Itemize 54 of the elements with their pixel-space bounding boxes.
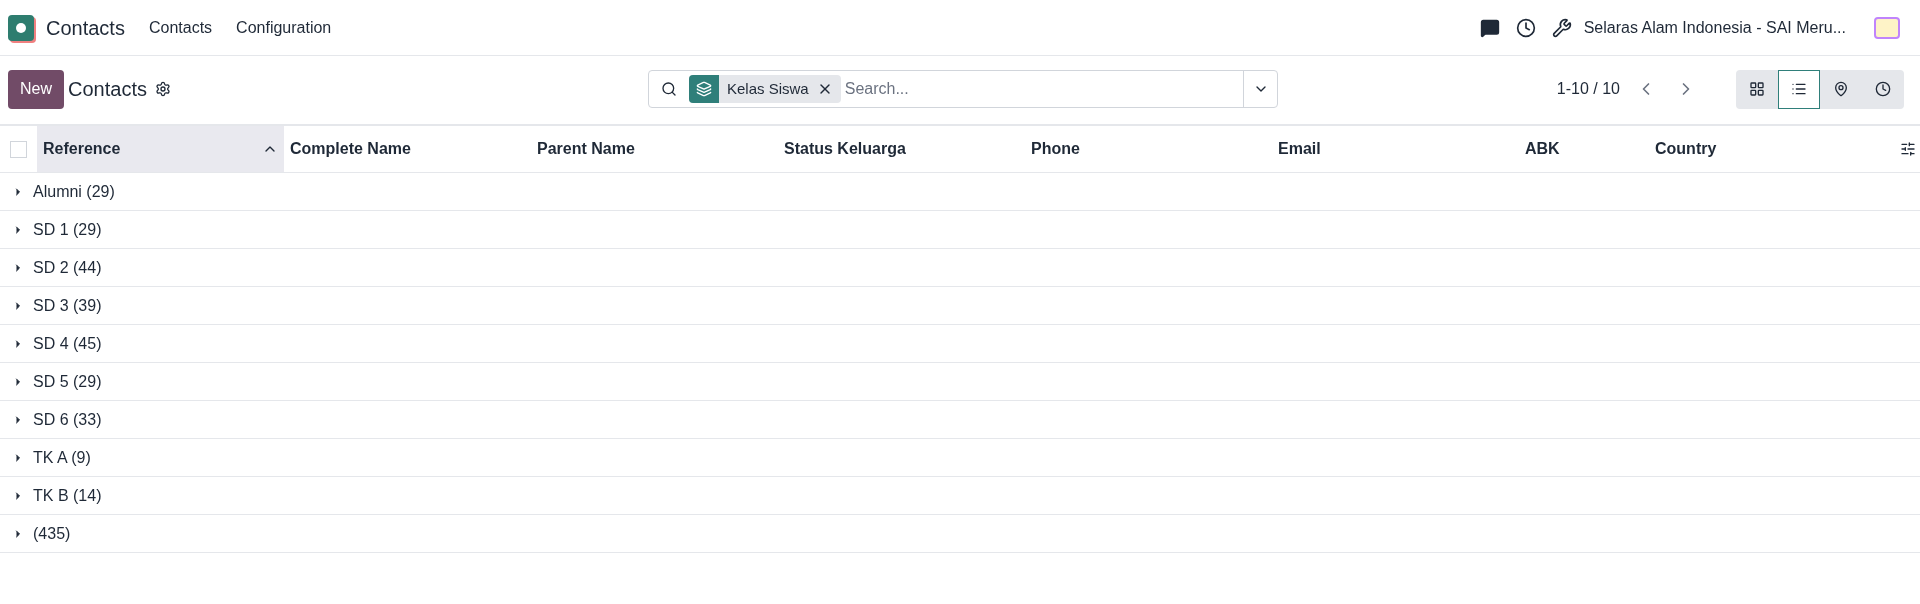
menu-item[interactable]: Configuration [236,15,332,40]
wrench-icon[interactable] [1551,17,1572,38]
group-label: SD 1 (29) [33,219,102,240]
group-row[interactable]: SD 4 (45) [0,325,1920,363]
chat-icon[interactable] [1479,17,1500,38]
group-row[interactable]: SD 3 (39) [0,287,1920,325]
group-label: TK A (9) [33,447,91,468]
group-row[interactable]: SD 5 (29) [0,363,1920,401]
group-row[interactable]: TK A (9) [0,439,1920,477]
search-bar[interactable]: Kelas Siswa Search... [648,70,1278,108]
column-header[interactable]: Parent Name [531,126,778,172]
app-logo-icon[interactable] [8,14,34,41]
facet-label: Kelas Siswa [726,78,810,99]
group-row[interactable]: Alumni (29) [0,173,1920,211]
column-header[interactable]: Complete Name [284,126,531,172]
kanban-icon [1749,81,1765,97]
group-label: SD 5 (29) [33,371,102,392]
group-row[interactable]: (435) [0,515,1920,553]
column-header[interactable]: ABK [1519,126,1649,172]
clock-icon[interactable] [1515,17,1536,38]
new-button[interactable]: New [8,69,64,109]
company-logo-icon[interactable] [1874,16,1900,39]
page-title: Contacts [68,77,147,102]
group-row[interactable]: SD 1 (29) [0,211,1920,249]
map-pin-icon [1833,81,1849,97]
group-row[interactable]: TK B (14) [0,477,1920,515]
group-label: SD 3 (39) [33,295,102,316]
app-name[interactable]: Contacts [46,12,125,43]
group-label: SD 2 (44) [33,257,102,278]
group-label: (435) [33,523,71,544]
column-header[interactable]: Phone [1025,126,1272,172]
search-icon [661,81,677,97]
company-switcher[interactable]: Selaras Alam Indonesia - SAI Meru... [1583,15,1846,40]
group-label: Alumni (29) [33,181,115,202]
clock-icon [1875,81,1891,97]
optional-columns-icon[interactable] [1900,141,1916,157]
group-row[interactable]: SD 6 (33) [0,401,1920,439]
menu-item[interactable]: Contacts [148,15,213,40]
column-header[interactable]: Email [1272,126,1519,172]
group-label: SD 4 (45) [33,333,102,354]
group-label: TK B (14) [33,485,102,506]
select-all-checkbox[interactable] [10,140,27,158]
filter-facet[interactable]: Kelas Siswa [689,75,841,103]
column-header[interactable]: Status Keluarga [778,126,1025,172]
pager-value[interactable]: 1-10 / 10 [1556,77,1620,101]
group-label: SD 6 (33) [33,409,102,430]
search-input[interactable]: Search... [844,77,1243,101]
column-header[interactable]: Country [1649,126,1889,172]
view-switch-button[interactable] [1778,69,1820,109]
layers-icon [696,81,712,97]
list-icon [1791,81,1807,97]
group-row[interactable]: SD 2 (44) [0,249,1920,287]
settings-icon[interactable] [154,81,171,97]
column-header[interactable]: Reference [37,126,284,172]
